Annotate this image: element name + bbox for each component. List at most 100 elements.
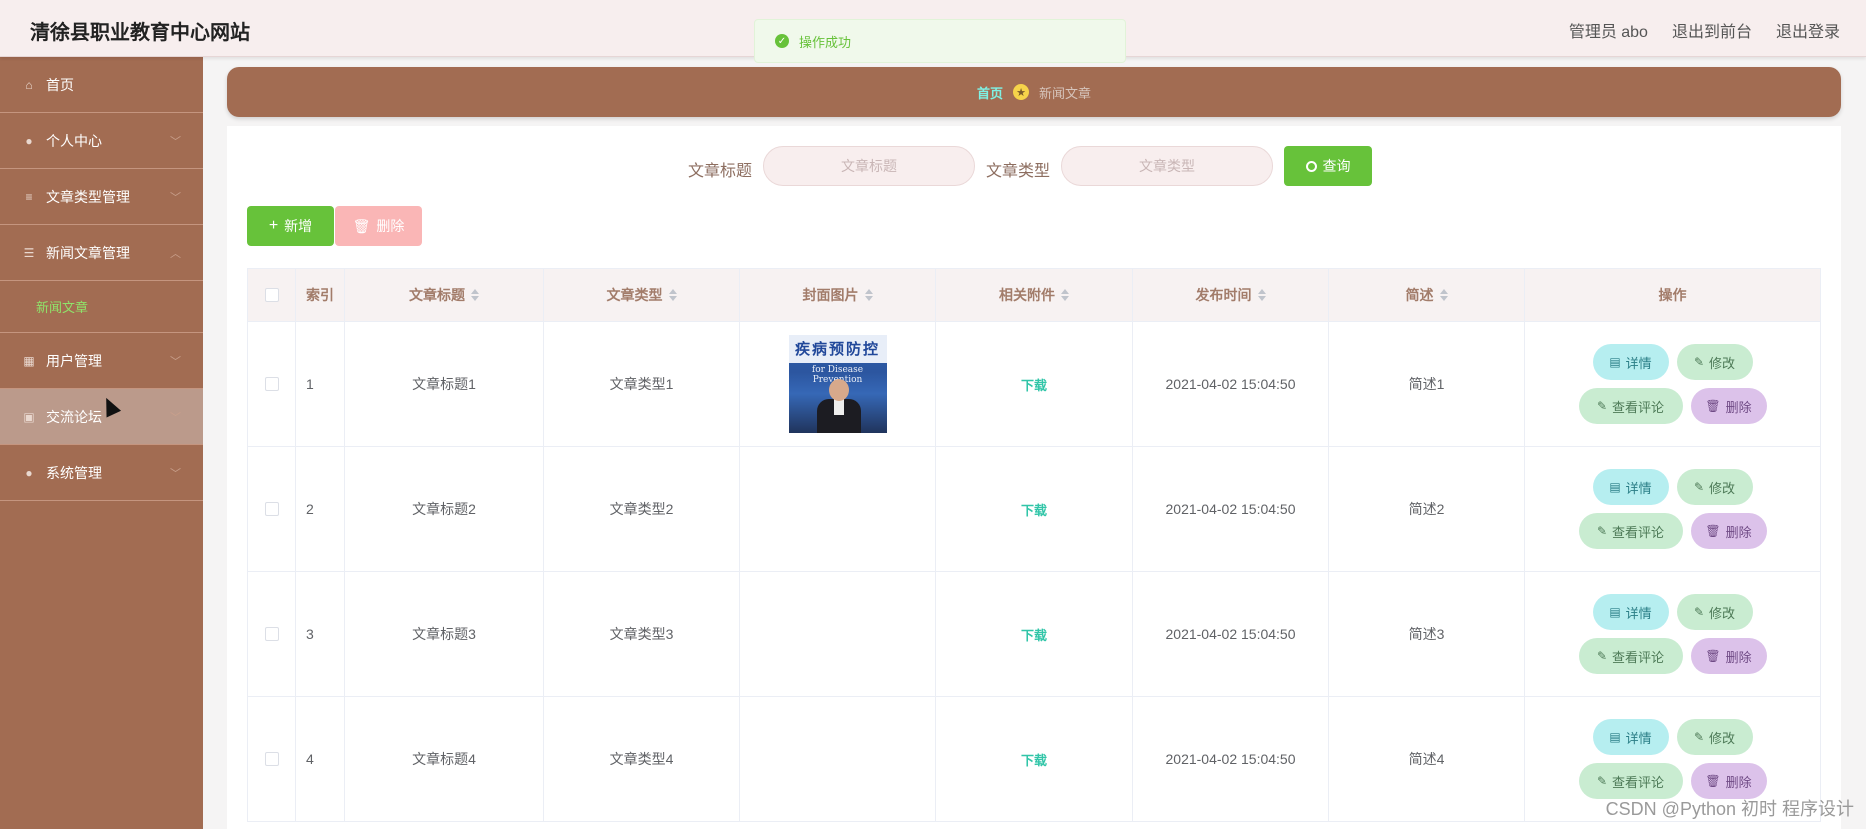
delete-label: 删除 — [1725, 524, 1752, 540]
table-row: 4 文章标题4 文章类型4 下载 2021-04-02 15:04:50 简述4 ▤ 详情 ✎ 修… — [248, 697, 1820, 822]
delete-label: 删除 — [1725, 649, 1752, 665]
table-header: 索引 文章标题 文章类型 封面图片 相关附件 发布时间 简述 操作 — [248, 269, 1820, 322]
add-button[interactable]: + 新增 — [247, 206, 334, 246]
chevron-down-icon: ﹀ — [170, 412, 181, 424]
breadcrumb: 首页 ★ 新闻文章 — [227, 67, 1841, 117]
batch-delete-button[interactable]: 🗑 删除 — [335, 206, 422, 246]
sidebar-item-label: 交流论坛 — [46, 408, 102, 425]
view-comments-button[interactable]: ✎ 查看评论 — [1578, 513, 1683, 549]
chevron-down-icon: ﹀ — [170, 356, 181, 368]
query-button[interactable]: 查询 — [1284, 146, 1372, 186]
sidebar-item-home[interactable]: ⌂ 首页 — [0, 57, 203, 113]
sidebar-item-article-types[interactable]: ≡ 文章类型管理 ﹀ — [0, 169, 203, 225]
col-type[interactable]: 文章类型 — [544, 269, 740, 321]
row-checkbox[interactable] — [264, 627, 279, 641]
top-links: 管理员 abo 退出到前台 退出登录 — [1569, 18, 1840, 42]
edit-label: 修改 — [1709, 355, 1736, 371]
sort-icon[interactable] — [1439, 289, 1448, 301]
list-icon: ≡ — [25, 189, 33, 204]
sidebar-item-label: 文章类型管理 — [46, 188, 130, 205]
row-checkbox[interactable] — [264, 752, 279, 766]
download-link[interactable]: 下载 — [1021, 625, 1047, 644]
breadcrumb-home[interactable]: 首页 — [977, 83, 1003, 102]
row-checkbox[interactable] — [264, 502, 279, 516]
detail-button[interactable]: ▤ 详情 — [1592, 344, 1669, 380]
logout-link[interactable]: 退出登录 — [1776, 18, 1840, 42]
col-index-label: 索引 — [306, 287, 334, 303]
pencil-icon: ✎ — [1596, 399, 1608, 413]
edit-button[interactable]: ✎ 修改 — [1676, 594, 1753, 630]
col-title[interactable]: 文章标题 — [345, 269, 544, 321]
sidebar-subitem-news[interactable]: 新闻文章 — [0, 281, 203, 333]
col-cover[interactable]: 封面图片 — [740, 269, 936, 321]
sort-icon[interactable] — [471, 289, 479, 301]
type-search-input[interactable]: 文章类型 — [1061, 146, 1273, 186]
sort-icon[interactable] — [668, 289, 677, 301]
edit-button[interactable]: ✎ 修改 — [1676, 469, 1753, 505]
delete-button[interactable]: 🗑 删除 — [1690, 763, 1767, 799]
type-cell: 文章类型3 — [544, 572, 740, 696]
trash-icon: 🗑 — [1705, 649, 1721, 663]
row-actions: ▤ 详情 ✎ 修改 ✎ 查看评论 🗑 删除 — [1578, 344, 1767, 424]
download-link[interactable]: 下载 — [1021, 750, 1047, 769]
cover-cell: 疾病预防控for Disease Prevention — [740, 322, 936, 446]
view-comments-button[interactable]: ✎ 查看评论 — [1578, 763, 1683, 799]
admin-label: 管理员 abo — [1568, 24, 1648, 41]
type-cell: 文章类型4 — [544, 697, 740, 821]
sidebar-item-personal[interactable]: ● 个人中心 ﹀ — [0, 113, 203, 169]
sort-icon[interactable] — [1061, 289, 1069, 301]
view-comments-button[interactable]: ✎ 查看评论 — [1578, 638, 1683, 674]
clipboard-icon: ▣ — [23, 409, 35, 424]
sidebar-item-news-manage[interactable]: ☰ 新闻文章管理 ︿ — [0, 225, 203, 281]
col-title-label: 文章标题 — [409, 287, 465, 303]
title-search-input[interactable]: 文章标题 — [763, 146, 975, 186]
cover-image[interactable]: 疾病预防控for Disease Prevention — [788, 335, 887, 433]
to-front-link[interactable]: 退出到前台 — [1672, 18, 1752, 42]
select-all-checkbox[interactable] — [264, 288, 279, 302]
col-time[interactable]: 发布时间 — [1133, 269, 1329, 321]
detail-label: 详情 — [1625, 355, 1652, 371]
sidebar-item-label: 系统管理 — [46, 464, 102, 481]
title-cell: 文章标题2 — [345, 447, 544, 571]
download-link[interactable]: 下载 — [1021, 375, 1047, 394]
user-icon: ● — [25, 133, 33, 148]
row-checkbox-cell — [248, 322, 296, 446]
edit-button[interactable]: ✎ 修改 — [1676, 719, 1753, 755]
cover-top-text: 疾病预防控 — [788, 335, 887, 363]
edit-label: 修改 — [1709, 480, 1736, 496]
detail-button[interactable]: ▤ 详情 — [1592, 719, 1669, 755]
building-icon: ▦ — [23, 353, 35, 368]
view-comments-button[interactable]: ✎ 查看评论 — [1578, 388, 1683, 424]
time-cell: 2021-04-02 15:04:50 — [1133, 447, 1329, 571]
row-checkbox-cell — [248, 697, 296, 821]
delete-button[interactable]: 🗑 删除 — [1690, 513, 1767, 549]
chevron-down-icon: ﹀ — [170, 136, 181, 148]
comment-label: 查看评论 — [1612, 524, 1665, 540]
delete-button[interactable]: 🗑 删除 — [1690, 388, 1767, 424]
download-link[interactable]: 下载 — [1021, 500, 1047, 519]
sort-icon[interactable] — [864, 289, 873, 301]
sort-icon[interactable] — [1257, 289, 1266, 301]
detail-button[interactable]: ▤ 详情 — [1592, 469, 1669, 505]
edit-label: 修改 — [1709, 730, 1736, 746]
type-search-label: 文章类型 — [986, 163, 1051, 180]
detail-button[interactable]: ▤ 详情 — [1592, 594, 1669, 630]
sidebar-item-forum[interactable]: ▣ 交流论坛 ﹀ — [0, 389, 203, 445]
attachment-cell: 下载 — [936, 572, 1133, 696]
col-summary[interactable]: 简述 — [1329, 269, 1525, 321]
row-checkbox[interactable] — [264, 377, 279, 391]
search-icon — [1305, 160, 1317, 172]
detail-label: 详情 — [1625, 480, 1652, 496]
index-cell: 1 — [296, 322, 345, 446]
sidebar-item-system[interactable]: ● 系统管理 ﹀ — [0, 445, 203, 501]
delete-button[interactable]: 🗑 删除 — [1690, 638, 1767, 674]
type-cell: 文章类型1 — [544, 322, 740, 446]
breadcrumb-current: 新闻文章 — [1039, 85, 1092, 101]
edit-button[interactable]: ✎ 修改 — [1676, 344, 1753, 380]
col-type-label: 文章类型 — [606, 287, 663, 303]
col-actions: 操作 — [1525, 269, 1820, 321]
sidebar-item-users[interactable]: ▦ 用户管理 ﹀ — [0, 333, 203, 389]
delete-label: 删除 — [1725, 774, 1752, 790]
col-attachment[interactable]: 相关附件 — [936, 269, 1133, 321]
col-index: 索引 — [296, 269, 345, 321]
